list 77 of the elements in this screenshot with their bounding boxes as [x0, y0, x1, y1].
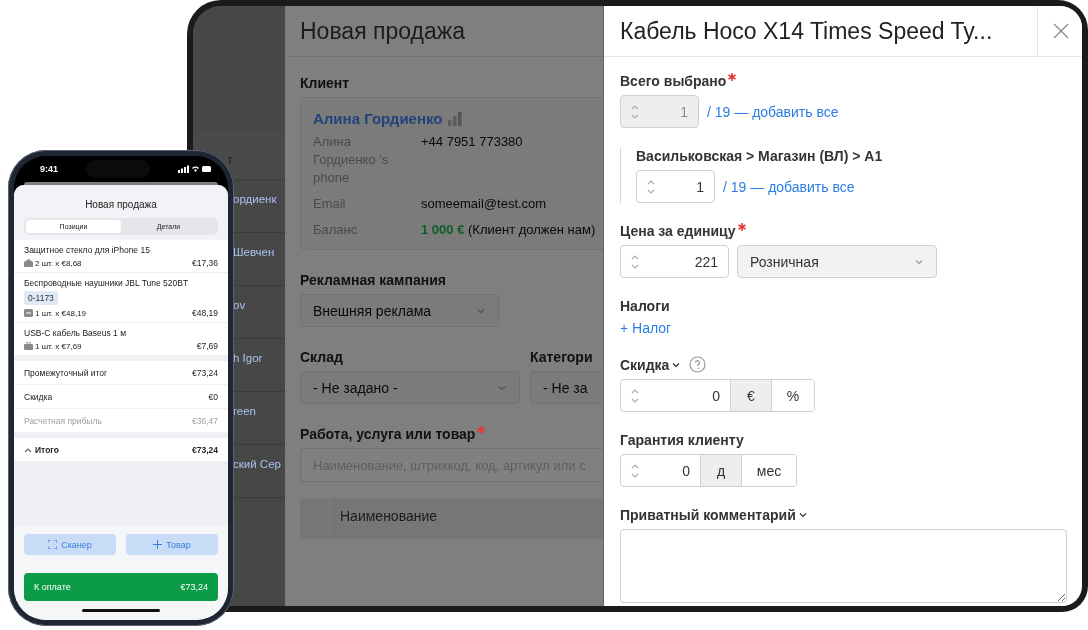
serial-number-icon — [24, 309, 33, 317]
add-tax-link[interactable]: + Налог — [620, 320, 1067, 336]
field-label: Склад — [300, 349, 344, 365]
customer-name[interactable]: Шевчен — [233, 246, 275, 258]
spinner-arrows-icon[interactable] — [647, 178, 655, 195]
warehouse-icon — [24, 259, 33, 267]
sheet-title: Новая продажа — [85, 199, 157, 210]
location-path: Васильковская > Магазин (ВЛ) > А1 — [636, 148, 884, 164]
item-quantity: 2 шт. x €8,68 — [35, 258, 82, 268]
summary-label: Скидка — [24, 391, 53, 402]
plus-icon — [153, 540, 163, 549]
status-time: 9:41 — [40, 164, 58, 174]
pay-button[interactable]: К оплате €73,24 — [24, 573, 218, 601]
total-label: Итого — [35, 444, 59, 455]
field-label: Всего выбрано — [620, 73, 727, 89]
help-icon[interactable] — [689, 356, 707, 373]
spinner-arrows-icon[interactable] — [631, 253, 639, 270]
item-name: USB-C кабель Baseus 1 м — [24, 328, 128, 338]
field-label: Категори — [530, 349, 594, 365]
summary-label: Расчетная прибыль — [24, 415, 102, 426]
close-button[interactable] — [1037, 6, 1082, 56]
serial-tag: 0-1173 — [24, 291, 58, 305]
total-value: €73,24 — [192, 444, 218, 455]
field-label: Клиент — [300, 75, 351, 91]
field-label: Налоги — [620, 298, 671, 314]
field-label: Цена за единицу — [620, 223, 736, 239]
field-value: +44 7951 773380 — [421, 133, 524, 151]
category-select[interactable]: - Не за — [530, 371, 603, 404]
price-type-select[interactable]: Розничная — [737, 245, 937, 278]
field-label: Работа, услуга или товар — [300, 426, 476, 442]
spinner-arrows-icon[interactable] — [631, 387, 639, 404]
customer-name[interactable]: ov — [233, 299, 246, 311]
customer-name[interactable]: h Igor — [233, 352, 263, 364]
column-header: Наименование — [339, 507, 439, 526]
field-label: Скидка — [620, 356, 670, 373]
status-icons — [178, 165, 212, 173]
item-quantity: 1 шт. x €48,19 — [35, 308, 86, 318]
item-quantity: 1 шт. x €7,69 — [35, 341, 82, 351]
summary-value: €73,24 — [192, 367, 218, 378]
item-total: €7,69 — [196, 341, 218, 351]
customer-name[interactable]: ордиенк — [233, 193, 277, 205]
field-value: 1 000 € (Клиент должен нам) — [421, 221, 597, 239]
customer-name[interactable]: reen — [233, 405, 257, 417]
unit-toggle[interactable]: € — [730, 380, 771, 411]
drawer-title: Кабель Hoco X14 Times Speed Ty... — [619, 17, 994, 46]
warehouse-select[interactable]: - Не задано - — [300, 371, 520, 404]
price-field[interactable]: 221 — [620, 245, 729, 278]
scan-icon — [48, 540, 58, 549]
item-total: €17,36 — [192, 258, 218, 268]
field-label: Приватный комментарий — [620, 507, 796, 523]
item-total: €48,19 — [192, 308, 218, 318]
comment-field[interactable] — [620, 529, 1067, 603]
discount-field: 0 € % — [620, 379, 815, 412]
summary-label: Промежуточный итог — [24, 367, 108, 378]
briefcase-icon — [24, 342, 33, 350]
campaign-select[interactable]: Внешняя реклама — [300, 294, 499, 327]
field-value: someemail@test.com — [421, 195, 548, 213]
page-title: Новая продажа — [300, 18, 465, 45]
unit-toggle[interactable]: % — [771, 380, 814, 411]
add-all-link[interactable]: / 19 — добавить все — [723, 178, 855, 195]
bar-chart-icon — [448, 111, 463, 126]
chevron-up-icon[interactable] — [24, 446, 32, 453]
action-button[interactable]: Сканер — [24, 534, 116, 555]
chevron-down-icon — [797, 510, 808, 520]
summary-value: €0 — [208, 391, 218, 402]
field-label: Рекламная кампания — [300, 272, 447, 288]
unit-toggle[interactable]: д — [700, 455, 741, 486]
unit-toggle[interactable]: мес — [741, 455, 796, 486]
item-name: Беспроводные наушники JBL Tune 520BT — [24, 278, 190, 288]
summary-value: €36,47 — [192, 415, 218, 426]
warranty-field: 0 д мес — [620, 454, 797, 487]
item-name: Защитное стекло для iPhone 15 — [24, 245, 151, 255]
quantity-field[interactable]: 1 — [636, 170, 715, 203]
action-button[interactable]: Товар — [126, 534, 218, 555]
spinner-arrows-icon[interactable] — [631, 462, 639, 479]
field-label: Гарантия клиенту — [620, 432, 745, 448]
customer-name[interactable]: ский Сер — [233, 458, 281, 470]
